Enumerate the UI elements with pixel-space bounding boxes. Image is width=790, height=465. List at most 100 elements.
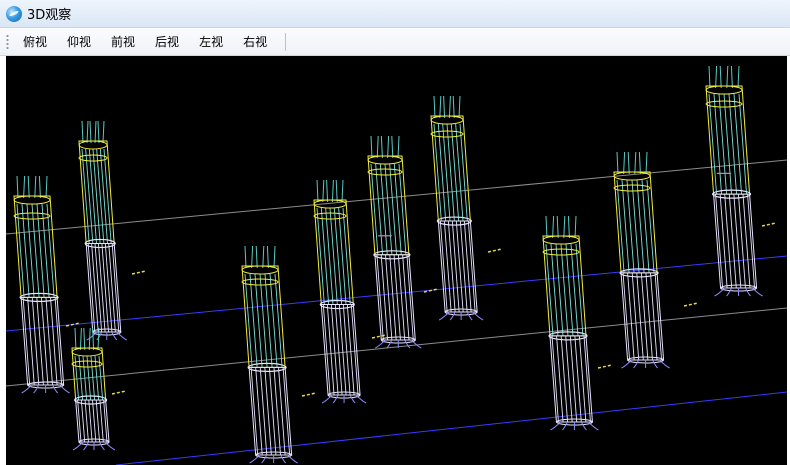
pile-rebar-lower [451, 221, 460, 313]
rebar-tip [623, 151, 626, 175]
pile-foot [116, 331, 128, 341]
pile-cap-ring [705, 100, 743, 108]
pile[interactable] [613, 151, 670, 369]
pile-foot [21, 384, 33, 394]
view-toolbar: 俯视 仰视 前视 后视 左视 右视 [0, 28, 790, 56]
pile-rebar-lower [463, 221, 472, 313]
bottom-view-button[interactable]: 仰视 [63, 31, 95, 52]
back-view-button[interactable]: 后视 [151, 31, 183, 52]
pile-rebar-lower [459, 221, 468, 313]
pile-rebar-upper [338, 207, 347, 305]
rebar-tip [326, 179, 329, 203]
rebar-tip [79, 327, 82, 351]
pile[interactable] [542, 215, 599, 431]
left-view-button[interactable]: 左视 [195, 31, 227, 52]
pile-foot [59, 384, 70, 394]
pile-cap-ring [78, 154, 108, 162]
pile-rebar-lower [101, 243, 109, 333]
pile-foot [633, 359, 640, 369]
rebar-tip [634, 151, 637, 175]
rebar-tip [556, 215, 559, 239]
pile-foot [472, 311, 484, 321]
rebar-tip [335, 179, 338, 203]
pile-rebar-lower [326, 304, 335, 396]
rebar-tip [255, 245, 258, 269]
pile-foot [72, 441, 84, 451]
pile-cap-ring [430, 130, 464, 138]
pile-foot [287, 454, 298, 464]
pile-cap-ring [71, 360, 103, 368]
pile-foot [332, 394, 339, 404]
rebar-tip [251, 245, 254, 269]
rebar-tip [74, 327, 77, 351]
3d-scene[interactable] [6, 56, 787, 465]
rebar-tip [94, 120, 97, 144]
pile-foot [249, 454, 261, 464]
pile-rebar-lower [108, 243, 116, 333]
rebar-tip [38, 175, 41, 199]
pile[interactable] [367, 135, 422, 349]
pile-foot [449, 311, 456, 321]
pile-foot [438, 311, 450, 321]
rebar-tip [27, 175, 30, 199]
pile-foot [280, 454, 287, 464]
pile-rebar-upper [88, 148, 97, 244]
rebar-tip [380, 135, 383, 159]
dimension-marker [111, 390, 127, 395]
pile-cap-ring [13, 195, 51, 205]
pile-rebar-lower [104, 243, 113, 333]
rebar-tip [83, 327, 86, 351]
rebar-tip [391, 135, 394, 159]
dimension-marker [301, 392, 317, 397]
pile-foot [349, 394, 356, 404]
pile-foot [375, 339, 386, 349]
rebar-tip [376, 135, 379, 159]
toolbar-separator [285, 32, 287, 51]
rebar-tip [262, 245, 265, 269]
right-view-button[interactable]: 右视 [239, 31, 271, 52]
title-bar: 3D观察 [0, 0, 790, 28]
pile[interactable] [13, 175, 70, 394]
rebar-tip [397, 135, 400, 159]
pile-rebar-upper [329, 207, 338, 305]
3d-viewport[interactable] [6, 56, 787, 465]
pile-cap-ring [705, 85, 743, 95]
pile-foot [562, 421, 568, 431]
rebar-tip [370, 135, 373, 159]
dimension-marker [597, 364, 613, 369]
rebar-tip [316, 179, 319, 203]
rebar-tip [563, 215, 566, 239]
pile-foot [111, 331, 118, 341]
pile-foot [652, 359, 658, 369]
pile-foot [466, 311, 473, 321]
top-view-button[interactable]: 俯视 [19, 31, 51, 52]
pile-rebar-upper [325, 207, 334, 305]
pile-rebar-lower [330, 304, 339, 396]
pile[interactable] [241, 245, 298, 464]
front-view-button[interactable]: 前视 [107, 31, 139, 52]
pile-rebar-lower [95, 399, 101, 443]
pile[interactable] [430, 95, 484, 321]
rebar-tip [458, 95, 461, 119]
pile-rebar-lower [91, 243, 99, 333]
ground-grid [6, 159, 787, 465]
rebar-tip [97, 120, 100, 144]
dimension-marker [761, 222, 777, 227]
pile[interactable] [705, 65, 763, 297]
toolbar-grip-handle[interactable] [6, 33, 9, 50]
pile-rebar-lower [80, 399, 86, 443]
window-title: 3D观察 [27, 8, 72, 23]
rebar-tip [45, 175, 48, 199]
pile-foot [404, 339, 411, 349]
rebar-tip [730, 65, 733, 89]
pile[interactable] [78, 120, 128, 341]
dimension-marker [131, 270, 147, 275]
rebar-tip [638, 151, 641, 175]
pile[interactable] [313, 179, 367, 404]
rebar-tip [708, 65, 711, 89]
pile-rebar-lower [443, 221, 452, 313]
pile-foot [726, 287, 733, 297]
rebar-tip [545, 215, 548, 239]
pile[interactable] [71, 327, 116, 451]
pile-cap-ring [13, 212, 51, 220]
